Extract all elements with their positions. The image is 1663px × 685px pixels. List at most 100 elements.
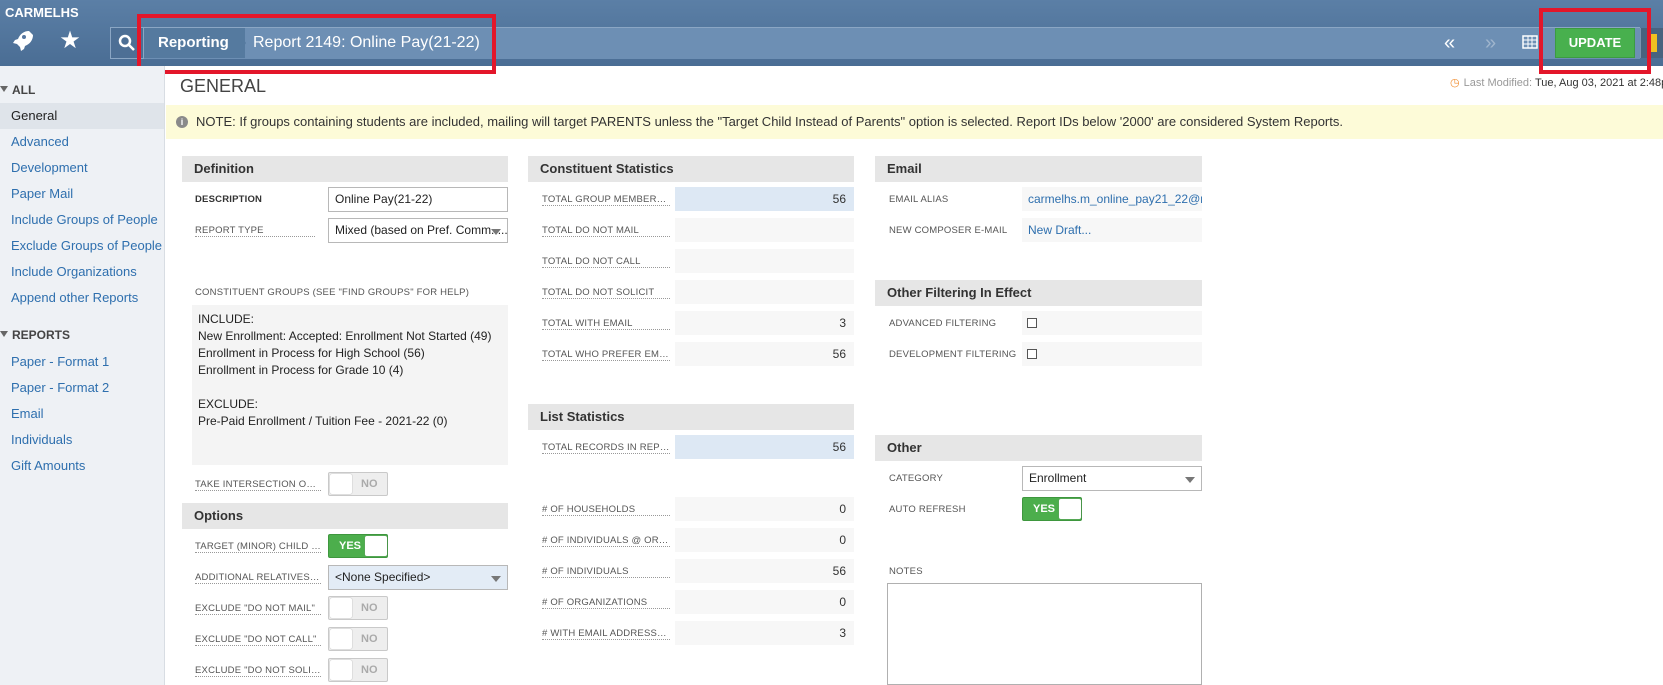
highlight-box-update xyxy=(1539,8,1651,74)
toggle-text: NO xyxy=(361,478,378,490)
development-filtering-label: DEVELOPMENT FILTERING xyxy=(889,349,1017,360)
collapse-triangle-icon xyxy=(0,86,8,92)
list-stat-label: # OF ORGANIZATIONS xyxy=(542,597,670,609)
intersection-toggle[interactable]: NO xyxy=(328,472,388,496)
exclude-solicit-toggle[interactable]: NO xyxy=(328,658,388,682)
groups-line: Pre-Paid Enrollment / Tuition Fee - 2021… xyxy=(198,414,448,428)
development-filtering-checkbox[interactable] xyxy=(1027,349,1037,359)
list-stat-label: # OF INDIVIDUALS xyxy=(542,566,670,578)
exclude-call-label: EXCLUDE "DO NOT CALL" xyxy=(195,634,321,646)
report-type-value: Mixed (based on Pref. Comm. ... xyxy=(335,223,508,237)
star-icon[interactable]: ★ xyxy=(57,28,83,54)
sidebar-item-exclude-groups[interactable]: Exclude Groups of People xyxy=(0,233,164,259)
list-stat-value: 3 xyxy=(675,621,854,645)
sidebar-item-development[interactable]: Development xyxy=(0,155,164,181)
last-modified-value: Tue, Aug 03, 2021 at 2:48p xyxy=(1534,77,1663,89)
new-draft-link[interactable]: New Draft... xyxy=(1022,218,1202,242)
sidebar-section-label: ALL xyxy=(12,83,36,97)
last-modified: ◷ Last Modified: Tue, Aug 03, 2021 at 2:4… xyxy=(1450,76,1663,89)
list-stat-label: # WITH EMAIL ADDRESSES xyxy=(542,628,670,640)
new-composer-label: NEW COMPOSER E-MAIL xyxy=(889,225,1008,236)
page-title: GENERAL xyxy=(180,76,267,96)
sidebar-item-individuals[interactable]: Individuals xyxy=(0,427,164,453)
target-child-label: TARGET (MINOR) CHILD I... xyxy=(195,541,321,553)
toggle-text: YES xyxy=(1033,503,1056,515)
notes-textarea[interactable] xyxy=(887,583,1202,685)
collapse-triangle-icon xyxy=(0,331,8,337)
email-alias-link[interactable]: carmelhs.m_online_pay21_22@r xyxy=(1022,187,1202,211)
chevron-down-icon xyxy=(1185,477,1195,483)
note-text: NOTE: If groups containing students are … xyxy=(196,114,1343,129)
additional-relatives-select[interactable]: <None Specified> xyxy=(328,565,508,590)
exclude-solicit-label: EXCLUDE "DO NOT SOLIC... xyxy=(195,665,321,677)
exclude-call-toggle[interactable]: NO xyxy=(328,627,388,651)
sidebar-item-append-reports[interactable]: Append other Reports xyxy=(0,285,164,311)
records-label: TOTAL RECORDS IN REPO... xyxy=(542,442,670,454)
toggle-knob xyxy=(365,536,387,556)
rocket-icon[interactable] xyxy=(8,28,34,54)
stat-value: 3 xyxy=(675,311,854,335)
toggle-text: NO xyxy=(361,664,378,676)
constituent-groups-box[interactable]: INCLUDE: New Enrollment: Accepted: Enrol… xyxy=(192,305,508,465)
stat-label: TOTAL DO NOT MAIL xyxy=(542,225,670,237)
target-child-toggle[interactable]: YES xyxy=(328,534,388,558)
brand-name: CARMELHS xyxy=(5,5,79,20)
chevron-down-icon xyxy=(491,576,501,582)
list-stat-label: # OF INDIVIDUALS @ ORG... xyxy=(542,535,670,547)
info-icon: i xyxy=(176,116,188,128)
sidebar-item-advanced[interactable]: Advanced xyxy=(0,129,164,155)
stat-value xyxy=(675,280,854,304)
sidebar-section-label: REPORTS xyxy=(12,328,71,342)
report-type-select[interactable]: Mixed (based on Pref. Comm. ... xyxy=(328,218,508,243)
next-record-icon[interactable]: » xyxy=(1485,30,1496,56)
exclude-mail-toggle[interactable]: NO xyxy=(328,596,388,620)
sidebar-section-all[interactable]: ALL xyxy=(0,83,35,97)
list-stat-value: 56 xyxy=(675,559,854,583)
stat-label: TOTAL WITH EMAIL xyxy=(542,318,670,330)
sidebar-item-paper-mail[interactable]: Paper Mail xyxy=(0,181,164,207)
note-banner: i NOTE: If groups containing students ar… xyxy=(166,105,1663,139)
list-stats-heading: List Statistics xyxy=(528,404,854,430)
toggle-text: YES xyxy=(339,540,362,552)
sidebar-item-gift-amounts[interactable]: Gift Amounts xyxy=(0,453,164,479)
chevron-down-icon xyxy=(491,229,501,235)
description-input[interactable]: Online Pay(21-22) xyxy=(328,187,508,212)
toggle-text: NO xyxy=(361,633,378,645)
toggle-knob xyxy=(330,598,352,618)
sidebar-item-general[interactable]: General xyxy=(0,103,164,129)
groups-line: EXCLUDE: xyxy=(198,397,259,411)
advanced-filtering-checkbox[interactable] xyxy=(1027,318,1037,328)
grid-icon[interactable] xyxy=(1522,31,1538,57)
report-type-label: REPORT TYPE xyxy=(195,225,315,237)
toggle-text: NO xyxy=(361,602,378,614)
stat-label: TOTAL DO NOT SOLICIT xyxy=(542,287,670,299)
email-heading: Email xyxy=(875,156,1202,182)
intersection-label: TAKE INTERSECTION OF ... xyxy=(195,479,321,491)
constituent-groups-label: CONSTITUENT GROUPS (SEE "FIND GROUPS" FO… xyxy=(195,287,470,298)
auto-refresh-label: AUTO REFRESH xyxy=(889,504,966,515)
groups-line: INCLUDE: xyxy=(198,312,255,326)
sidebar-item-paper-format-2[interactable]: Paper - Format 2 xyxy=(0,375,164,401)
sidebar-item-include-organizations[interactable]: Include Organizations xyxy=(0,259,164,285)
email-alias-label: EMAIL ALIAS xyxy=(889,194,949,205)
exclude-mail-label: EXCLUDE "DO NOT MAIL" xyxy=(195,603,321,615)
sidebar-item-include-groups[interactable]: Include Groups of People xyxy=(0,207,164,233)
first-record-icon[interactable]: « xyxy=(1444,30,1455,56)
groups-line: New Enrollment: Accepted: Enrollment Not… xyxy=(198,329,492,343)
other-heading: Other xyxy=(875,435,1202,461)
advanced-filtering-label: ADVANCED FILTERING xyxy=(889,318,997,329)
advanced-filtering-cell xyxy=(1022,311,1202,335)
sidebar-item-paper-format-1[interactable]: Paper - Format 1 xyxy=(0,349,164,375)
auto-refresh-toggle[interactable]: YES xyxy=(1022,497,1082,521)
category-select[interactable]: Enrollment xyxy=(1022,466,1202,491)
sidebar: ALL General Advanced Development Paper M… xyxy=(0,66,165,685)
toggle-knob xyxy=(330,629,352,649)
stat-value: 56 xyxy=(675,342,854,366)
sidebar-item-email[interactable]: Email xyxy=(0,401,164,427)
highlight-box-title xyxy=(137,14,496,74)
toggle-knob xyxy=(330,474,352,494)
sidebar-section-reports[interactable]: REPORTS xyxy=(0,328,70,342)
stat-value xyxy=(675,249,854,273)
category-value: Enrollment xyxy=(1029,471,1087,485)
toggle-knob xyxy=(1059,499,1081,519)
